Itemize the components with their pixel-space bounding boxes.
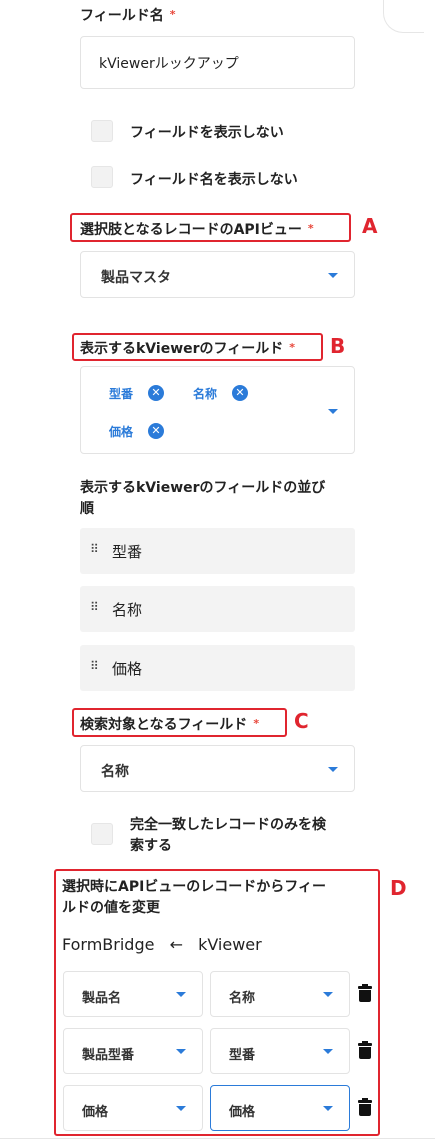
drag-handle-icon[interactable]: ⠿ (90, 542, 99, 556)
kviewer-field-select[interactable]: 型番 (210, 1028, 350, 1074)
sort-item[interactable]: ⠿ 型番 (80, 528, 355, 574)
sort-item-label: 価格 (112, 660, 143, 678)
mapping-label-line1: 選択時にAPIビューのレコードからフィー (62, 879, 327, 895)
field-name-label-text: フィールド名 (80, 8, 164, 24)
required-mark: * (169, 8, 176, 21)
kviewer-field-select[interactable]: 価格 (210, 1085, 350, 1131)
bottom-divider (0, 1138, 435, 1139)
annotation-letter-a: A (362, 214, 378, 238)
mapping-header-left: FormBridge (62, 935, 155, 954)
exact-match-label-line1: 完全一致したレコードのみを検 (130, 817, 326, 833)
sort-item-label: 名称 (112, 601, 143, 619)
sort-item[interactable]: ⠿ 価格 (80, 645, 355, 691)
remove-tag-icon[interactable]: ✕ (148, 423, 164, 439)
chevron-down-icon (176, 1106, 186, 1111)
chevron-down-icon (328, 409, 338, 414)
exact-match-label-line2: 索する (130, 838, 172, 854)
hide-field-checkbox[interactable] (91, 120, 113, 142)
search-field-select[interactable]: 名称 (80, 745, 355, 792)
trash-icon[interactable] (358, 984, 372, 1002)
mapping-header-right: kViewer (198, 935, 262, 954)
formbridge-field-selected: 製品名 (82, 991, 122, 1006)
formbridge-field-selected: 価格 (82, 1105, 109, 1120)
sort-order-label-line1: 表示するkViewerのフィールドの並び (80, 480, 326, 496)
drag-handle-icon[interactable]: ⠿ (90, 659, 99, 673)
search-field-label-text: 検索対象となるフィールド (80, 717, 248, 733)
chevron-down-icon (323, 1049, 333, 1054)
hide-field-name-checkbox[interactable] (91, 166, 113, 188)
chevron-down-icon (328, 273, 338, 278)
kviewer-field-selected: 型番 (229, 1048, 256, 1063)
api-view-select[interactable]: 製品マスタ (80, 251, 355, 298)
chevron-down-icon (328, 767, 338, 772)
field-name-label: フィールド名 * (80, 5, 176, 25)
search-field-label: 検索対象となるフィールド * (80, 714, 259, 734)
hide-field-label: フィールドを表示しない (130, 125, 284, 141)
display-fields-label-text: 表示するkViewerのフィールド (80, 341, 284, 357)
tag-label: 型番 (109, 387, 134, 401)
mapping-header: FormBridge ← kViewer (62, 935, 262, 954)
chevron-down-icon (176, 992, 186, 997)
remove-tag-icon[interactable]: ✕ (232, 385, 248, 401)
sort-order-label-line2: 順 (80, 501, 94, 517)
remove-tag-icon[interactable]: ✕ (148, 385, 164, 401)
trash-icon[interactable] (358, 1098, 372, 1116)
sort-item-label: 型番 (112, 543, 143, 561)
formbridge-field-select[interactable]: 製品名 (63, 971, 203, 1017)
annotation-letter-b: B (330, 334, 346, 358)
chevron-down-icon (323, 1106, 333, 1111)
field-name-input[interactable]: kViewerルックアップ (80, 36, 355, 89)
mapping-label: 選択時にAPIビューのレコードからフィー ルドの値を変更 (62, 877, 326, 919)
display-fields-multiselect[interactable]: 型番 ✕ 名称 ✕ 価格 ✕ (80, 366, 355, 454)
kviewer-field-selected: 価格 (229, 1105, 256, 1120)
kviewer-field-select[interactable]: 名称 (210, 971, 350, 1017)
required-mark: * (289, 341, 296, 354)
annotation-letter-d: D (390, 876, 407, 900)
kviewer-field-selected: 名称 (229, 991, 256, 1006)
trash-icon[interactable] (358, 1041, 372, 1059)
hide-field-name-label: フィールド名を表示しない (130, 172, 298, 188)
tag-label: 名称 (193, 387, 218, 401)
search-field-selected: 名称 (101, 764, 129, 780)
required-mark: * (253, 717, 260, 730)
display-fields-label: 表示するkViewerのフィールド * (80, 338, 295, 358)
exact-match-label: 完全一致したレコードのみを検 索する (130, 815, 326, 857)
api-view-label-text: 選択肢となるレコードのAPIビュー (80, 222, 302, 238)
formbridge-field-select[interactable]: 製品型番 (63, 1028, 203, 1074)
annotation-letter-c: C (294, 709, 309, 733)
api-view-label: 選択肢となるレコードのAPIビュー * (80, 219, 314, 239)
chevron-down-icon (323, 992, 333, 997)
api-view-selected: 製品マスタ (101, 270, 171, 286)
mapping-label-line2: ルドの値を変更 (62, 900, 160, 916)
sort-order-label: 表示するkViewerのフィールドの並び 順 (80, 478, 325, 520)
sort-item[interactable]: ⠿ 名称 (80, 586, 355, 632)
formbridge-field-select[interactable]: 価格 (63, 1085, 203, 1131)
field-name-value: kViewerルックアップ (99, 56, 239, 72)
required-mark: * (307, 222, 314, 235)
scroll-edge-indicator (383, 0, 424, 33)
chevron-down-icon (176, 1049, 186, 1054)
left-arrow-icon: ← (169, 935, 183, 954)
exact-match-checkbox[interactable] (91, 823, 113, 845)
drag-handle-icon[interactable]: ⠿ (90, 600, 99, 614)
tag-label: 価格 (109, 425, 134, 439)
formbridge-field-selected: 製品型番 (82, 1048, 135, 1063)
